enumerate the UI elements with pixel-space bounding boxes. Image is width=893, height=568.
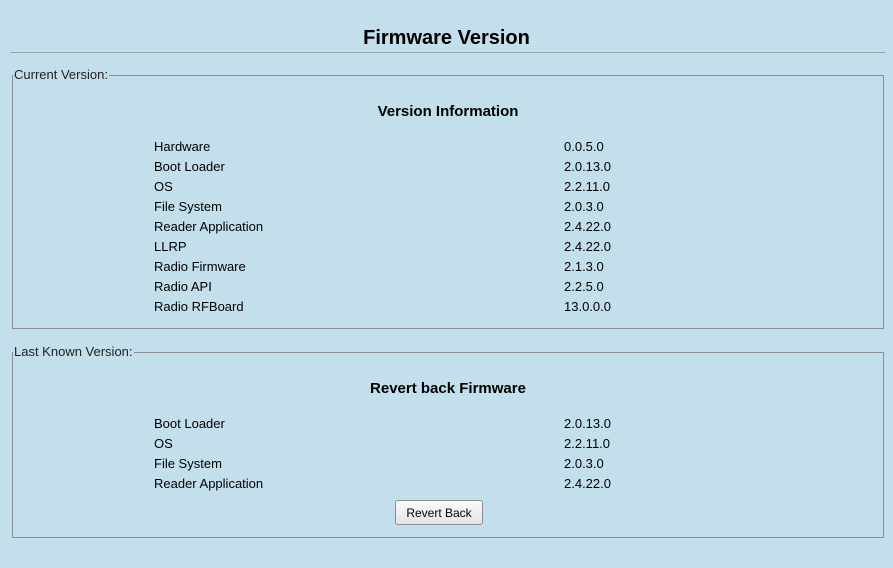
component-label: Hardware: [154, 139, 211, 154]
component-label: File System: [154, 456, 222, 471]
component-version: 2.4.22.0: [564, 239, 611, 254]
component-version: 2.0.3.0: [564, 456, 604, 471]
component-label: Radio RFBoard: [154, 299, 244, 314]
table-row: File System 2.0.3.0: [154, 454, 611, 474]
current-version-table: Hardware 0.0.5.0 Boot Loader 2.0.13.0 OS…: [154, 137, 611, 317]
component-version: 2.0.13.0: [564, 416, 611, 431]
component-version: 2.1.3.0: [564, 259, 604, 274]
page-title: Firmware Version: [363, 27, 530, 50]
table-row: Reader Application 2.4.22.0: [154, 474, 611, 494]
component-label: File System: [154, 199, 222, 214]
current-version-group: Current Version: Version Information Har…: [12, 68, 884, 329]
table-row: Boot Loader 2.0.13.0: [154, 157, 611, 177]
component-version: 2.0.13.0: [564, 159, 611, 174]
version-information-heading: Version Information: [377, 103, 519, 120]
component-version: 2.2.11.0: [564, 179, 611, 194]
table-row: File System 2.0.3.0: [154, 197, 611, 217]
component-version: 2.2.11.0: [564, 436, 611, 451]
table-row: Radio Firmware 2.1.3.0: [154, 257, 611, 277]
component-label: Boot Loader: [154, 416, 225, 431]
component-version: 2.0.3.0: [564, 199, 604, 214]
current-version-legend: Current Version:: [14, 67, 108, 82]
table-row: Radio RFBoard 13.0.0.0: [154, 297, 611, 317]
component-version: 0.0.5.0: [564, 139, 604, 154]
component-label: Radio API: [154, 279, 212, 294]
component-label: LLRP: [154, 239, 187, 254]
revert-firmware-heading: Revert back Firmware: [370, 380, 526, 397]
revert-back-button[interactable]: Revert Back: [395, 500, 483, 525]
table-row: Boot Loader 2.0.13.0: [154, 414, 611, 434]
table-row: OS 2.2.11.0: [154, 434, 611, 454]
component-version: 2.2.5.0: [564, 279, 604, 294]
component-label: OS: [154, 179, 173, 194]
table-row: Reader Application 2.4.22.0: [154, 217, 611, 237]
component-version: 13.0.0.0: [564, 299, 611, 314]
title-divider: [10, 52, 885, 53]
component-label: Reader Application: [154, 476, 264, 491]
component-label: Reader Application: [154, 219, 264, 234]
component-version: 2.4.22.0: [564, 219, 611, 234]
last-known-version-group: Last Known Version: Revert back Firmware…: [12, 345, 884, 538]
table-row: Hardware 0.0.5.0: [154, 137, 611, 157]
component-label: Radio Firmware: [154, 259, 246, 274]
component-label: OS: [154, 436, 173, 451]
component-version: 2.4.22.0: [564, 476, 611, 491]
last-known-version-legend: Last Known Version:: [14, 344, 133, 359]
table-row: LLRP 2.4.22.0: [154, 237, 611, 257]
table-row: Radio API 2.2.5.0: [154, 277, 611, 297]
table-row: OS 2.2.11.0: [154, 177, 611, 197]
last-known-version-table: Boot Loader 2.0.13.0 OS 2.2.11.0 File Sy…: [154, 414, 611, 494]
component-label: Boot Loader: [154, 159, 225, 174]
